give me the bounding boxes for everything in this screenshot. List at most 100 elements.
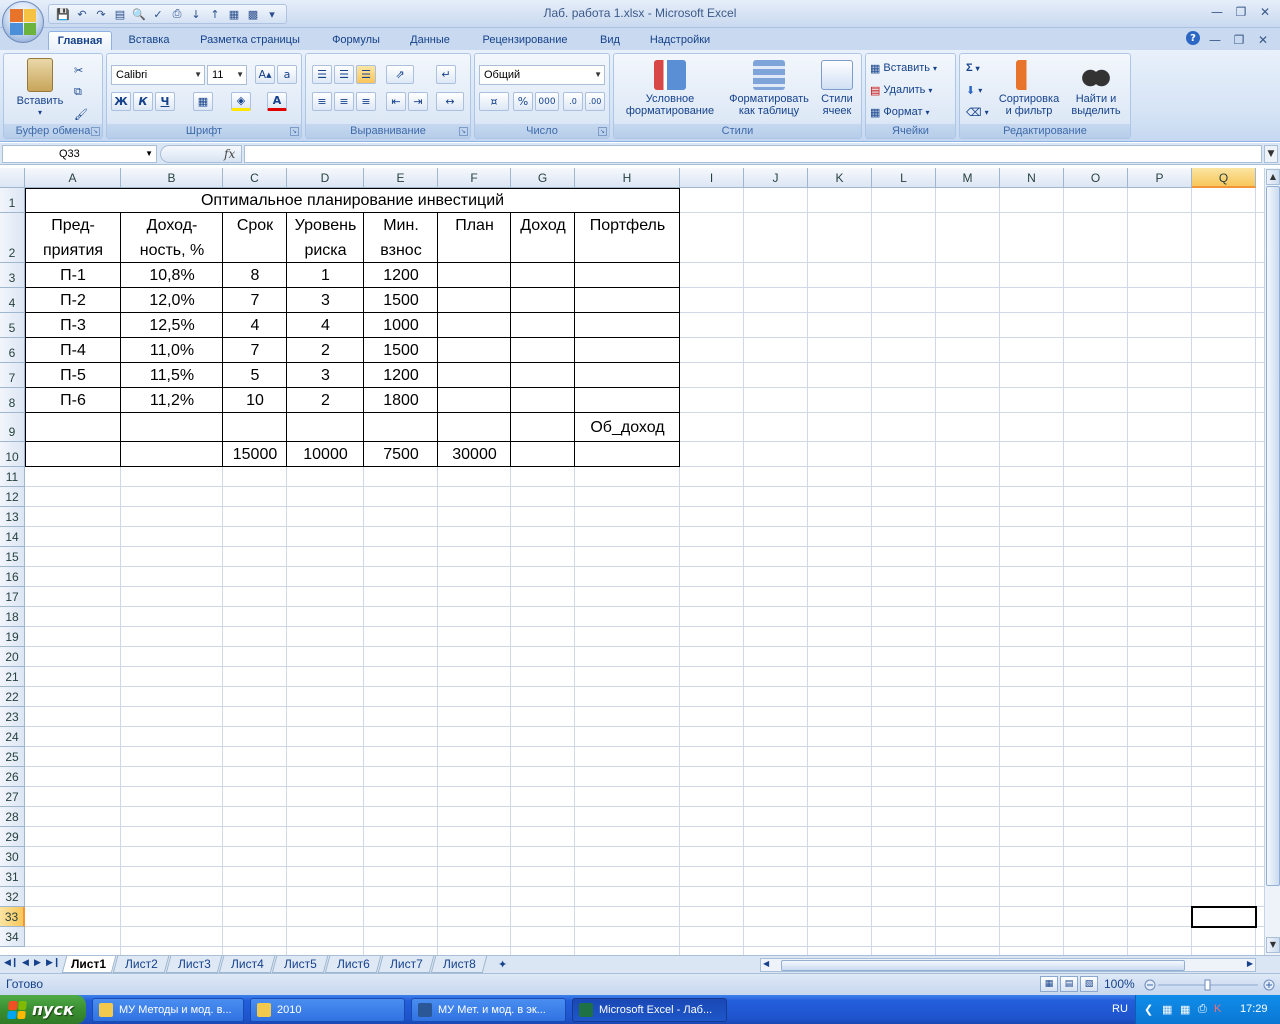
row-header-14[interactable]: 14 <box>0 527 25 547</box>
table-cell[interactable]: 11,2% <box>121 388 223 413</box>
delete-cells-button[interactable]: ▤ Удалить ▾ <box>870 80 932 100</box>
row-header-34[interactable]: 34 <box>0 927 25 947</box>
column-header-n[interactable]: N <box>1000 168 1064 188</box>
shrink-font-icon[interactable]: a <box>277 65 297 84</box>
tab-addins[interactable]: Надстройки <box>640 31 720 51</box>
insert-sheet-icon[interactable]: ✦ <box>498 958 507 971</box>
taskbar-item-word-doc-1[interactable]: МУ Методы и мод. в... <box>92 998 244 1022</box>
table-header-cell[interactable]: Доход-ность, % <box>121 213 223 263</box>
align-left-icon[interactable]: ≡ <box>312 92 332 111</box>
table-header-cell[interactable]: План <box>438 213 511 263</box>
row-header-31[interactable]: 31 <box>0 867 25 887</box>
font-size-combo[interactable]: 11 ▼ <box>207 65 247 85</box>
table-cell[interactable]: 10 <box>223 388 287 413</box>
column-header-e[interactable]: E <box>364 168 438 188</box>
sheet-tab-7[interactable]: Лист7 <box>377 956 435 973</box>
zoom-level[interactable]: 100% <box>1104 977 1135 991</box>
table-cell[interactable]: 1 <box>287 263 364 288</box>
number-launcher-icon[interactable]: ↘ <box>598 127 607 136</box>
table-header-cell[interactable]: Уровень риска <box>287 213 364 263</box>
table-cell[interactable]: 1200 <box>364 263 438 288</box>
zoom-slider[interactable] <box>1144 979 1276 991</box>
grow-font-icon[interactable]: A ▲ <box>255 65 275 84</box>
table-cell[interactable]: 5 <box>223 363 287 388</box>
font-name-combo[interactable]: Calibri ▼ <box>111 65 205 85</box>
percent-button[interactable]: % <box>513 92 533 111</box>
clipboard-launcher-icon[interactable]: ↘ <box>91 127 100 136</box>
workbook-restore-icon[interactable]: ❐ <box>1230 31 1248 49</box>
tab-formulas[interactable]: Формулы <box>322 31 390 51</box>
table-cell[interactable]: 11,5% <box>121 363 223 388</box>
tray-arrow-icon[interactable]: ❮ <box>1144 1003 1153 1016</box>
column-header-q[interactable]: Q <box>1192 168 1256 188</box>
table-cell[interactable]: П-2 <box>25 288 121 313</box>
table-cell[interactable]: 10,8% <box>121 263 223 288</box>
fill-color-icon[interactable]: ◈ <box>231 92 251 111</box>
row-header-19[interactable]: 19 <box>0 627 25 647</box>
scroll-down-icon[interactable]: ▼ <box>1266 937 1280 953</box>
increase-decimal-icon[interactable]: .0 <box>563 92 583 111</box>
decrease-indent-icon[interactable]: ⇤ <box>386 92 406 111</box>
sheet-tab-6[interactable]: Лист6 <box>324 956 382 973</box>
column-header-d[interactable]: D <box>287 168 364 188</box>
clear-icon[interactable]: ⌫ ▾ <box>966 102 989 122</box>
row-header-18[interactable]: 18 <box>0 607 25 627</box>
table-cell[interactable]: 1500 <box>364 338 438 363</box>
row-header-5[interactable]: 5 <box>0 313 25 338</box>
table-cell[interactable]: 12,0% <box>121 288 223 313</box>
row-header-16[interactable]: 16 <box>0 567 25 587</box>
column-header-f[interactable]: F <box>438 168 511 188</box>
total-income-label[interactable]: Об_доход <box>575 413 680 442</box>
italic-button[interactable]: К <box>133 92 153 111</box>
table-cell[interactable]: 2 <box>287 388 364 413</box>
table-cell[interactable]: П-4 <box>25 338 121 363</box>
tab-view[interactable]: Вид <box>590 31 630 51</box>
page-layout-view-icon[interactable]: ▤ <box>1060 976 1078 992</box>
name-box[interactable]: Q33 ▼ <box>2 145 157 163</box>
row-header-24[interactable]: 24 <box>0 727 25 747</box>
workbook-close-icon[interactable]: ✕ <box>1254 31 1272 49</box>
underline-button[interactable]: Ч <box>155 92 175 111</box>
column-header-c[interactable]: C <box>223 168 287 188</box>
sheet-tab-8[interactable]: Лист8 <box>430 956 488 973</box>
table-cell[interactable]: П-3 <box>25 313 121 338</box>
table-header-cell[interactable]: Мин. взнос <box>364 213 438 263</box>
column-header-g[interactable]: G <box>511 168 575 188</box>
row-header-33[interactable]: 33 <box>0 907 25 927</box>
row-header-4[interactable]: 4 <box>0 288 25 313</box>
sort-filter-button[interactable]: Сортировка и фильтр <box>996 60 1062 117</box>
currency-icon[interactable]: ¤ <box>479 92 509 111</box>
table-cell[interactable]: П-5 <box>25 363 121 388</box>
row-header-3[interactable]: 3 <box>0 263 25 288</box>
column-header-a[interactable]: A <box>25 168 121 188</box>
table-cell[interactable]: 3 <box>287 288 364 313</box>
prev-sheet-icon[interactable]: ◀ <box>22 958 29 968</box>
language-indicator[interactable]: RU <box>1112 1003 1128 1015</box>
row-header-9[interactable]: 9 <box>0 413 25 442</box>
table-cell[interactable]: 3 <box>287 363 364 388</box>
tray-printer-icon[interactable]: ⎙ <box>1198 1003 1207 1016</box>
sheet-tab-5[interactable]: Лист5 <box>271 956 329 973</box>
font-launcher-icon[interactable]: ↘ <box>290 127 299 136</box>
tray-folder-icon[interactable]: ▦ <box>1180 1003 1190 1016</box>
fill-icon[interactable]: ⬇ ▾ <box>966 80 982 100</box>
table-cell[interactable]: П-1 <box>25 263 121 288</box>
column-header-b[interactable]: B <box>121 168 223 188</box>
taskbar-item-excel[interactable]: Microsoft Excel - Лаб... <box>572 998 727 1022</box>
row-header-15[interactable]: 15 <box>0 547 25 567</box>
row-header-7[interactable]: 7 <box>0 363 25 388</box>
table-cell[interactable]: 2 <box>287 338 364 363</box>
minimize-icon[interactable]: — <box>1208 3 1226 21</box>
tray-antivirus-icon[interactable]: K <box>1214 1003 1221 1015</box>
help-icon[interactable]: ? <box>1186 31 1200 45</box>
conditional-formatting-button[interactable]: Условное форматирование <box>618 60 722 117</box>
row-header-6[interactable]: 6 <box>0 338 25 363</box>
worksheet-grid[interactable]: A B C D E F G H I J K L M N O P Q 1 2 3 4 5 6 7 8 9 10 11 12 13 14 15 16… <box>0 168 1264 955</box>
horizontal-scroll-thumb[interactable] <box>781 960 1185 971</box>
increase-indent-icon[interactable]: ⇥ <box>408 92 428 111</box>
sheet-tab-4[interactable]: Лист4 <box>218 956 276 973</box>
row-header-10[interactable]: 10 <box>0 442 25 467</box>
tab-review[interactable]: Рецензирование <box>472 31 578 51</box>
table-cell[interactable]: 8 <box>223 263 287 288</box>
scroll-right-icon[interactable]: ▶ <box>1247 959 1253 968</box>
